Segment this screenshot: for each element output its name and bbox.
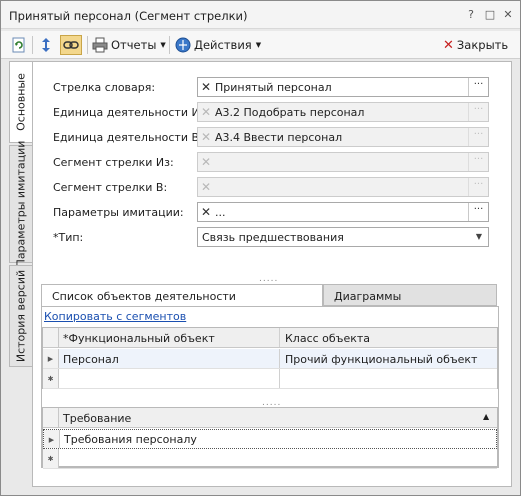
side-tab-label: Основные — [14, 73, 28, 131]
tab-strip: Список объектов деятельности Диаграммы — [41, 284, 499, 307]
column-divider — [279, 328, 280, 347]
cell-object-class[interactable]: Прочий функциональный объект — [285, 353, 477, 366]
browse-button[interactable]: ··· — [468, 203, 488, 221]
reports-menu-button[interactable]: Отчеты ▼ — [92, 35, 166, 55]
actions-label: Действия — [194, 38, 252, 52]
row-header-corner — [43, 408, 59, 427]
close-form-button[interactable]: ✕ Закрыть — [443, 35, 508, 55]
copy-from-segments-link[interactable]: Копировать с сегментов — [44, 310, 186, 323]
window-title: Принятый персонал (Сегмент стрелки) — [9, 9, 248, 23]
browse-button[interactable]: ··· — [468, 78, 488, 96]
refresh-button[interactable] — [11, 35, 27, 55]
toolbar-separator — [87, 36, 88, 54]
side-tab-label: Параметры имитации — [14, 140, 28, 268]
dictionary-arrow-field[interactable]: ✕ Принятый персонал ··· — [197, 77, 489, 97]
dialog-window: Принятый персонал (Сегмент стрелки) ? □ … — [0, 0, 521, 496]
current-row-indicator: ▶ — [44, 430, 60, 448]
panel-splitter[interactable]: ..... — [259, 274, 278, 284]
close-label: Закрыть — [456, 38, 509, 52]
segment-from-field: ✕ ··· — [197, 152, 489, 172]
browse-button: ··· — [468, 178, 488, 196]
grid-header: *Функциональный объект Класс объекта — [43, 328, 497, 348]
side-tab-main[interactable]: Основные — [9, 61, 33, 143]
field-label-activity-to: Единица деятельности В: — [53, 131, 203, 144]
printer-icon — [92, 37, 108, 53]
field-label-simulation-params: Параметры имитации: — [53, 206, 184, 219]
toolbar-separator — [32, 36, 33, 54]
browse-button: ··· — [468, 128, 488, 146]
type-select[interactable]: Связь предшествования ▼ — [197, 227, 489, 247]
chevron-down-icon: ▼ — [255, 41, 262, 49]
cell-requirement[interactable]: Требования персоналу — [64, 433, 197, 446]
new-row-icon: ✱ — [43, 369, 59, 388]
segment-to-field: ✕ ··· — [197, 177, 489, 197]
restore-button[interactable]: □ — [482, 7, 498, 23]
side-tab-version-history[interactable]: История версий — [9, 265, 33, 367]
link-toggle-button[interactable] — [60, 35, 82, 55]
tab-label: Диаграммы — [334, 290, 402, 303]
side-tab-label: История версий — [14, 269, 28, 363]
field-value: А3.4 Ввести персонал — [215, 131, 343, 144]
chevron-down-icon: ▼ — [160, 41, 166, 49]
column-header-functional-object[interactable]: *Функциональный объект — [63, 332, 215, 345]
actions-globe-icon — [175, 37, 191, 53]
reports-label: Отчеты — [111, 38, 157, 52]
clear-icon: ✕ — [200, 130, 212, 144]
table-row[interactable]: ▶ Персонал Прочий функциональный объект — [43, 349, 497, 369]
expand-vertical-icon — [42, 38, 50, 52]
toolbar-separator — [169, 36, 170, 54]
cell-functional-object[interactable]: Персонал — [63, 353, 119, 366]
table-row[interactable]: ▶ Требования персоналу — [43, 429, 497, 449]
field-label-activity-from: Единица деятельности Из: — [53, 106, 210, 119]
field-label-dictionary-arrow: Стрелка словаря: — [53, 81, 156, 94]
new-row[interactable]: ✱ — [43, 369, 497, 389]
title-bar: Принятый персонал (Сегмент стрелки) ? □ … — [1, 1, 520, 29]
tab-activity-objects[interactable]: Список объектов деятельности — [41, 284, 323, 307]
browse-button: ··· — [468, 153, 488, 171]
objects-grid: *Функциональный объект Класс объекта ▶ П… — [42, 327, 498, 389]
main-panel: Стрелка словаря: ✕ Принятый персонал ···… — [32, 61, 512, 487]
expand-button[interactable] — [38, 35, 54, 55]
clear-icon: ✕ — [200, 105, 212, 119]
chevron-down-icon[interactable]: ▼ — [470, 228, 488, 246]
column-header-object-class[interactable]: Класс объекта — [285, 332, 370, 345]
activity-from-field: ✕ А3.2 Подобрать персонал ··· — [197, 102, 489, 122]
field-value: А3.2 Подобрать персонал — [215, 106, 365, 119]
tab-diagrams[interactable]: Диаграммы — [323, 284, 497, 306]
clear-icon[interactable]: ✕ — [200, 81, 212, 93]
current-row-indicator: ▶ — [43, 349, 59, 368]
clear-icon: ✕ — [200, 155, 212, 169]
link-icon — [63, 41, 79, 49]
grid-header: Требование ▲ — [43, 408, 497, 428]
type-select-value: Связь предшествования — [202, 231, 344, 244]
close-icon: ✕ — [443, 37, 454, 53]
field-label-type: *Тип: — [53, 231, 84, 244]
column-divider — [279, 369, 280, 388]
tab-label: Список объектов деятельности — [52, 290, 236, 303]
simulation-params-field[interactable]: ✕ ... ··· — [197, 202, 489, 222]
row-header-corner — [43, 328, 59, 347]
new-row[interactable]: ✱ — [43, 449, 497, 469]
sort-ascending-icon: ▲ — [483, 412, 490, 421]
browse-button: ··· — [468, 103, 488, 121]
help-button[interactable]: ? — [463, 7, 479, 23]
column-header-requirement[interactable]: Требование — [63, 412, 131, 425]
field-value: ... — [215, 206, 226, 219]
column-divider — [279, 349, 280, 368]
field-value: Принятый персонал — [215, 81, 332, 94]
clear-icon: ✕ — [200, 180, 212, 194]
tab-body: Копировать с сегментов *Функциональный о… — [41, 306, 499, 469]
side-tab-simulation-params[interactable]: Параметры имитации — [9, 141, 33, 267]
new-row-icon: ✱ — [43, 449, 59, 468]
requirements-grid: Требование ▲ ▶ Требования персоналу ✱ — [42, 407, 498, 469]
actions-menu-button[interactable]: Действия ▼ — [175, 35, 261, 55]
toolbar: Отчеты ▼ Действия ▼ ✕ Закрыть — [1, 31, 520, 59]
field-label-segment-from: Сегмент стрелки Из: — [53, 156, 174, 169]
activity-to-field: ✕ А3.4 Ввести персонал ··· — [197, 127, 489, 147]
field-label-segment-to: Сегмент стрелки В: — [53, 181, 168, 194]
clear-icon[interactable]: ✕ — [200, 206, 212, 218]
refresh-icon — [12, 37, 25, 53]
close-window-button[interactable]: ✕ — [500, 7, 516, 23]
